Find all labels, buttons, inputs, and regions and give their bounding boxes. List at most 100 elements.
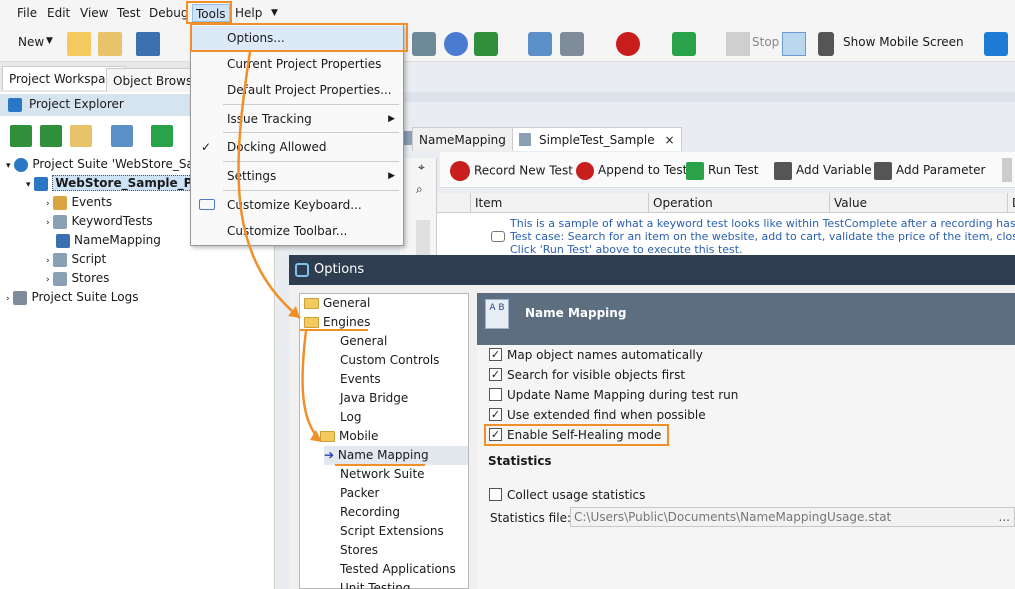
- devices-icon[interactable]: [528, 32, 552, 56]
- append-to-test-button[interactable]: Append to Test: [576, 161, 687, 180]
- stop-label[interactable]: Stop: [752, 35, 779, 49]
- up-arrow-icon[interactable]: [1002, 158, 1012, 182]
- menu-settings[interactable]: Settings ▶: [191, 164, 403, 188]
- close-tab-icon[interactable]: ×: [665, 128, 675, 152]
- tree-engines-general[interactable]: General: [340, 332, 387, 351]
- checkbox-unchecked: [489, 388, 502, 401]
- new-button[interactable]: New: [18, 35, 44, 49]
- options-tree: General Engines General Custom Controls …: [299, 293, 469, 589]
- option-map-automatically[interactable]: ✓ Map object names automatically: [489, 345, 703, 365]
- tree-java-bridge[interactable]: Java Bridge: [340, 389, 408, 408]
- menu-edit[interactable]: Edit: [44, 4, 73, 22]
- tree-mobile[interactable]: Mobile: [320, 427, 378, 446]
- comment-icon: [491, 231, 505, 242]
- record-icon[interactable]: [616, 32, 640, 56]
- menu-file[interactable]: File: [14, 4, 40, 22]
- tree-custom-controls[interactable]: Custom Controls: [340, 351, 439, 370]
- search-icon[interactable]: ⌕: [416, 182, 423, 197]
- menu-help[interactable]: Help: [232, 4, 265, 22]
- add-parameter-button[interactable]: Add Parameter: [874, 161, 985, 180]
- pin-icon[interactable]: ⌖: [418, 160, 425, 175]
- option-extended-find[interactable]: ✓ Use extended find when possible: [489, 405, 706, 425]
- add-item-icon[interactable]: [412, 32, 436, 56]
- app-icon[interactable]: [984, 32, 1008, 56]
- menu-debug[interactable]: Debug: [146, 4, 191, 22]
- keyboard-icon: [199, 199, 215, 210]
- tree-project-suite[interactable]: ▾ Project Suite 'WebStore_Sampl: [6, 155, 216, 174]
- tree-engines[interactable]: Engines: [304, 313, 370, 332]
- script-icon: [53, 252, 68, 267]
- checkpoint-icon[interactable]: [474, 32, 498, 56]
- browse-button[interactable]: ...: [999, 508, 1010, 526]
- self-healing-icon[interactable]: [782, 32, 806, 56]
- tree-item-script[interactable]: › Script: [46, 250, 106, 269]
- section-header: A B Name Mapping: [477, 293, 1015, 345]
- tree-tested-applications[interactable]: Tested Applications: [340, 560, 456, 579]
- keyword-test-icon: [519, 133, 531, 146]
- menu-test[interactable]: Test: [114, 4, 144, 22]
- checkbox-checked: ✓: [489, 348, 502, 361]
- suite-icon: [14, 157, 29, 172]
- tree-packer[interactable]: Packer: [340, 484, 380, 503]
- menu-issue-tracking[interactable]: Issue Tracking ▶: [191, 107, 403, 131]
- run-icon[interactable]: [672, 32, 696, 56]
- stats-file-input[interactable]: C:\Users\Public\Documents\NameMappingUsa…: [570, 507, 1015, 527]
- explorer-title: Project Explorer: [29, 97, 124, 111]
- record-new-test-button[interactable]: Record New Test: [450, 161, 573, 181]
- tools-menu: Options... Current Project Properties De…: [190, 24, 404, 246]
- tree-project-suite-logs[interactable]: › Project Suite Logs: [6, 288, 138, 307]
- mobile-icon[interactable]: [818, 32, 834, 56]
- open-icon[interactable]: [67, 32, 91, 56]
- new-dropdown-icon[interactable]: ▼: [46, 36, 53, 46]
- menu-view[interactable]: View: [77, 4, 111, 22]
- tree-item-namemapping[interactable]: NameMapping: [56, 231, 161, 250]
- col-d[interactable]: D: [1008, 193, 1015, 213]
- tree-item-keywordtests[interactable]: › KeywordTests: [46, 212, 153, 231]
- submenu-arrow-icon: ▶: [388, 114, 395, 124]
- tree-general[interactable]: General: [304, 294, 370, 313]
- tree-stores[interactable]: Stores: [340, 541, 378, 560]
- add-existing-item-icon[interactable]: [39, 125, 62, 147]
- show-mobile-screen-button[interactable]: Show Mobile Screen: [843, 35, 964, 49]
- save-icon[interactable]: [136, 32, 160, 56]
- open-folder-icon[interactable]: [69, 125, 92, 147]
- option-search-visible-first[interactable]: ✓ Search for visible objects first: [489, 365, 685, 385]
- tree-recording[interactable]: Recording: [340, 503, 400, 522]
- tab-namemapping[interactable]: NameMapping: [412, 127, 513, 151]
- checkbox-checked: ✓: [489, 368, 502, 381]
- run-test-button[interactable]: Run Test: [686, 161, 758, 180]
- database-icon[interactable]: [560, 32, 584, 56]
- tab-simpletest-sample[interactable]: SimpleTest_Sample ×: [512, 127, 682, 151]
- tree-script-extensions[interactable]: Script Extensions: [340, 522, 444, 541]
- col-operation[interactable]: Operation: [649, 193, 830, 213]
- tree-item-stores[interactable]: › Stores: [46, 269, 109, 288]
- option-update-during-run[interactable]: Update Name Mapping during test run: [489, 385, 738, 405]
- tree-unit-testing[interactable]: Unit Testing: [340, 579, 410, 589]
- submenu-arrow-icon: ▶: [388, 171, 395, 181]
- tree-network-suite[interactable]: Network Suite: [340, 465, 425, 484]
- menu-customize-toolbar[interactable]: Customize Toolbar...: [191, 219, 403, 243]
- add-new-item-icon[interactable]: [10, 125, 32, 147]
- menu-current-project-properties[interactable]: Current Project Properties: [191, 52, 403, 76]
- menu-overflow-icon[interactable]: ▼: [268, 4, 281, 22]
- object-spy-icon[interactable]: [444, 32, 468, 56]
- option-collect-statistics[interactable]: Collect usage statistics: [489, 485, 645, 505]
- tree-log[interactable]: Log: [340, 408, 361, 427]
- tree-item-events[interactable]: › Events: [46, 193, 112, 212]
- add-variable-button[interactable]: Add Variable: [774, 161, 872, 180]
- menu-docking-allowed[interactable]: ✓ Docking Allowed: [191, 135, 403, 159]
- col-value[interactable]: Value: [830, 193, 1008, 213]
- check-icon: ✓: [201, 140, 212, 154]
- properties-icon[interactable]: [111, 125, 134, 147]
- tree-events[interactable]: Events: [340, 370, 381, 389]
- stop-icon[interactable]: [726, 32, 750, 56]
- stats-file-label: Statistics file:: [490, 511, 571, 525]
- run-project-icon[interactable]: [151, 125, 174, 147]
- tree-project[interactable]: ▾ WebStore_Sample_Pro: [26, 174, 210, 193]
- close-project-icon[interactable]: [98, 32, 122, 56]
- comment-row[interactable]: This is a sample of what a keyword test …: [510, 217, 1015, 256]
- tree-name-mapping[interactable]: ➔ Name Mapping: [324, 446, 468, 465]
- col-item[interactable]: Item: [471, 193, 649, 213]
- menu-customize-keyboard[interactable]: Customize Keyboard...: [191, 193, 403, 217]
- menu-default-project-properties[interactable]: Default Project Properties...: [191, 78, 403, 102]
